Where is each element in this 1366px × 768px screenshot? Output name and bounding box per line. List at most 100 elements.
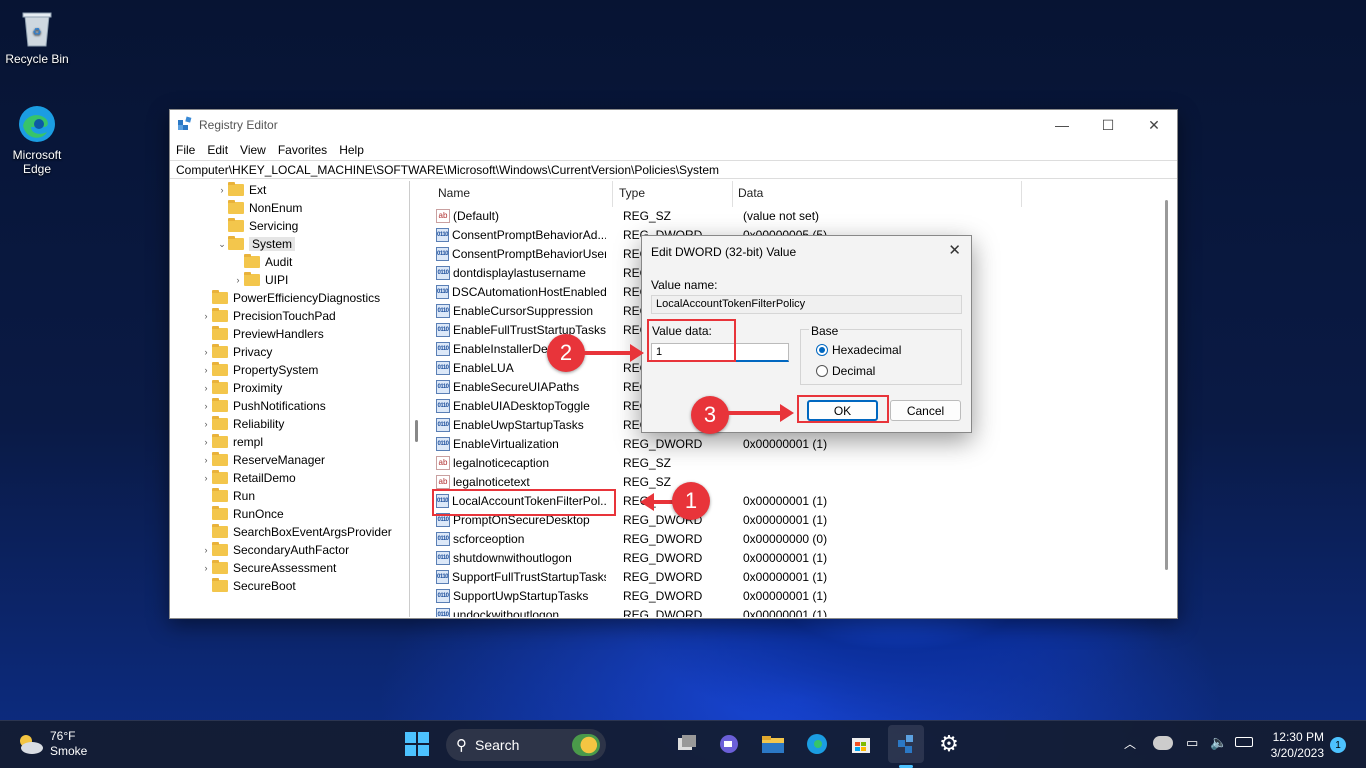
chevron-right-icon[interactable]: ›	[200, 545, 212, 555]
chevron-right-icon[interactable]: ›	[200, 383, 212, 393]
table-row[interactable]: ab legalnoticecaption REG_SZ	[436, 453, 1166, 472]
menu-edit[interactable]: Edit	[207, 143, 228, 157]
notification-badge[interactable]: 1	[1330, 737, 1346, 753]
close-icon: ✕	[1148, 116, 1160, 133]
tree-node[interactable]: › Privacy	[200, 343, 272, 361]
weather-widget[interactable]: 76°F Smoke	[16, 729, 87, 759]
tree-node[interactable]: › Reliability	[200, 415, 284, 433]
battery-icon[interactable]	[1235, 737, 1253, 747]
table-row[interactable]: 0110 shutdownwithoutlogon REG_DWORD 0x00000…	[436, 548, 1166, 567]
close-button[interactable]: ✕	[1131, 110, 1177, 140]
tree-node[interactable]: Run	[200, 487, 255, 505]
dialog-close-icon[interactable]: ✕	[948, 241, 961, 259]
chevron-right-icon[interactable]: ›	[200, 437, 212, 447]
task-view-icon[interactable]	[674, 731, 700, 757]
title-bar[interactable]: Registry Editor — ☐ ✕	[170, 110, 1177, 140]
folder-icon	[212, 290, 228, 304]
menu-favorites[interactable]: Favorites	[278, 143, 327, 157]
column-header-data[interactable]: Data	[738, 186, 763, 206]
store-icon[interactable]	[848, 731, 874, 757]
radio-hexadecimal[interactable]: Hexadecimal	[816, 343, 901, 357]
table-row[interactable]: 0110 undockwithoutlogon REG_DWORD 0x0000000…	[436, 605, 1166, 617]
volume-icon[interactable]: 🔈	[1210, 734, 1227, 751]
tree-node[interactable]: › SecondaryAuthFactor	[200, 541, 349, 559]
chevron-right-icon[interactable]: ›	[232, 275, 244, 285]
folder-icon	[244, 272, 260, 286]
clock[interactable]: 12:30 PM 3/20/2023	[1264, 729, 1324, 761]
tree-node[interactable]: › Ext	[216, 181, 266, 199]
tree-node[interactable]: PreviewHandlers	[200, 325, 324, 343]
tree-node[interactable]: › PushNotifications	[200, 397, 326, 415]
taskbar-search[interactable]: ⚲ Search	[446, 729, 606, 761]
maximize-button[interactable]: ☐	[1085, 110, 1131, 140]
cancel-button[interactable]: Cancel	[890, 400, 961, 421]
tree-node[interactable]: Servicing	[216, 217, 298, 235]
tree-node[interactable]: ⌄ System	[216, 235, 296, 253]
chevron-right-icon[interactable]: ›	[200, 311, 212, 321]
column-header-name[interactable]: Name	[438, 186, 470, 206]
chevron-right-icon[interactable]: ›	[200, 347, 212, 357]
tree-node[interactable]: SearchBoxEventArgsProvider	[200, 523, 392, 541]
chevron-right-icon[interactable]: ›	[200, 563, 212, 573]
table-row[interactable]: 0110 scforceoption REG_DWORD 0x00000000 (0)	[436, 529, 1166, 548]
tree-node[interactable]: › rempl	[200, 433, 263, 451]
chevron-down-icon[interactable]: ⌄	[216, 239, 228, 250]
tree-node[interactable]: NonEnum	[216, 199, 302, 217]
edge-taskbar-icon[interactable]	[804, 731, 830, 757]
minimize-button[interactable]: —	[1039, 110, 1085, 140]
chevron-right-icon[interactable]: ›	[200, 473, 212, 483]
tree-node[interactable]: › UIPI	[232, 271, 288, 289]
tree-scrollbar[interactable]	[415, 420, 418, 442]
settings-icon[interactable]: ⚙	[936, 731, 962, 757]
radio-hexadecimal-indicator[interactable]	[816, 344, 828, 356]
tree-node[interactable]: › Proximity	[200, 379, 282, 397]
menu-view[interactable]: View	[240, 143, 266, 157]
tree-node-label: NonEnum	[249, 201, 303, 215]
tree-node[interactable]: › SecureAssessment	[200, 559, 336, 577]
tree-node[interactable]: › PropertySystem	[200, 361, 318, 379]
tree-node-label: SecureBoot	[233, 579, 296, 593]
chevron-right-icon[interactable]: ›	[200, 365, 212, 375]
value-type: REG_SZ	[623, 455, 672, 470]
radio-decimal-indicator[interactable]	[816, 365, 828, 377]
column-header-type[interactable]: Type	[619, 186, 645, 206]
desktop-icon-recycle-bin[interactable]: ♻ Recycle Bin	[1, 8, 73, 66]
tree-node[interactable]: › PrecisionTouchPad	[200, 307, 336, 325]
folder-icon	[212, 434, 228, 448]
tree-node-label: PushNotifications	[233, 399, 326, 413]
value-type: REG_DWORD	[623, 531, 703, 546]
start-button[interactable]	[404, 731, 430, 757]
chevron-right-icon[interactable]: ›	[200, 401, 212, 411]
maximize-icon: ☐	[1101, 116, 1115, 133]
teams-chat-icon[interactable]	[716, 731, 742, 757]
tree-node[interactable]: SecureBoot	[200, 577, 296, 595]
tree-node[interactable]: › ReserveManager	[200, 451, 325, 469]
binary-value-icon: 0110	[436, 284, 450, 299]
menu-file[interactable]: File	[176, 143, 195, 157]
onedrive-icon[interactable]	[1153, 736, 1173, 750]
regedit-taskbar-icon[interactable]	[888, 725, 924, 763]
chevron-right-icon[interactable]: ›	[216, 185, 228, 195]
radio-decimal[interactable]: Decimal	[816, 364, 875, 378]
tree-node[interactable]: Audit	[232, 253, 292, 271]
chevron-right-icon[interactable]: ›	[200, 419, 212, 429]
value-name-field[interactable]: LocalAccountTokenFilterPolicy	[651, 295, 962, 314]
table-row[interactable]: 0110 SupportUwpStartupTasks REG_DWORD 0x000…	[436, 586, 1166, 605]
tree-node[interactable]: RunOnce	[200, 505, 284, 523]
desktop-icon-edge[interactable]: Microsoft Edge	[1, 104, 73, 176]
values-scrollbar[interactable]	[1165, 200, 1168, 570]
value-name: shutdownwithoutlogon	[453, 550, 572, 565]
folder-icon	[212, 308, 228, 322]
tree-node-label: PropertySystem	[233, 363, 319, 377]
menu-help[interactable]: Help	[339, 143, 364, 157]
address-bar[interactable]: Computer\HKEY_LOCAL_MACHINE\SOFTWARE\Mic…	[170, 160, 1177, 179]
tree-node[interactable]: › RetailDemo	[200, 469, 296, 487]
table-row[interactable]: 0110 SupportFullTrustStartupTasks REG_DWOR…	[436, 567, 1166, 586]
network-icon[interactable]: ▭	[1186, 735, 1198, 751]
show-hidden-icons-button[interactable]: ︿	[1124, 735, 1136, 752]
table-row[interactable]: 0110 EnableVirtualization REG_DWORD 0x00000…	[436, 434, 1166, 453]
table-row[interactable]: ab (Default) REG_SZ (value not set)	[436, 206, 1166, 225]
tree-node[interactable]: PowerEfficiencyDiagnostics	[200, 289, 380, 307]
chevron-right-icon[interactable]: ›	[200, 455, 212, 465]
file-explorer-icon[interactable]	[760, 731, 786, 757]
